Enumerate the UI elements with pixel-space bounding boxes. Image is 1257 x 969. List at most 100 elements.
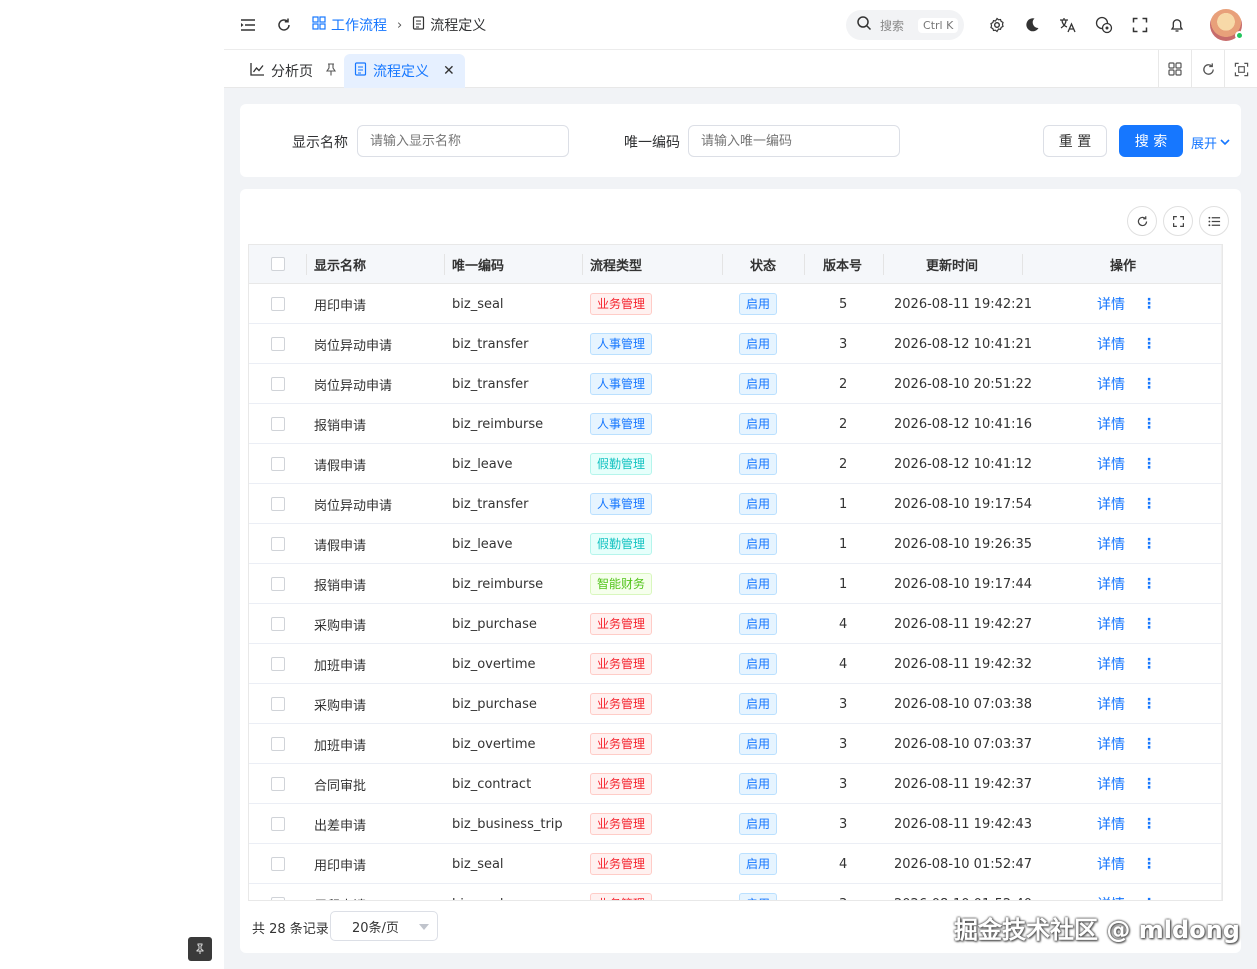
pin-icon[interactable] — [325, 62, 337, 80]
fullscreen-icon[interactable] — [1130, 15, 1150, 35]
detail-link[interactable]: 详情 — [1097, 494, 1125, 514]
more-actions-icon[interactable]: ⋮ — [1142, 736, 1156, 752]
more-actions-icon[interactable]: ⋮ — [1142, 336, 1156, 352]
table-row[interactable]: 合同审批 biz_contract 业务管理 启用 3 2026-08-11 19:42:… — [249, 764, 1222, 804]
more-actions-icon[interactable]: ⋮ — [1142, 456, 1156, 472]
table-row[interactable]: 用印申请 biz_seal 业务管理 启用 4 2026-08-10 01:52:47 详情… — [249, 844, 1222, 884]
table-row[interactable]: 用印申请 biz_seal 业务管理 启用 3 2026-08-10 01:52:40 详情… — [249, 884, 1222, 900]
status-badge: 启用 — [739, 653, 778, 675]
more-actions-icon[interactable]: ⋮ — [1142, 616, 1156, 632]
settings-icon[interactable] — [987, 15, 1007, 35]
row-checkbox[interactable] — [271, 417, 285, 431]
detail-link[interactable]: 详情 — [1097, 574, 1125, 594]
detail-link[interactable]: 详情 — [1097, 894, 1125, 900]
row-checkbox[interactable] — [271, 697, 285, 711]
moon-icon[interactable] — [1022, 15, 1042, 35]
row-checkbox[interactable] — [271, 577, 285, 591]
more-actions-icon[interactable]: ⋮ — [1142, 536, 1156, 552]
row-checkbox[interactable] — [271, 817, 285, 831]
detail-link[interactable]: 详情 — [1097, 654, 1125, 674]
detail-link[interactable]: 详情 — [1097, 534, 1125, 554]
detail-link[interactable]: 详情 — [1097, 294, 1125, 314]
more-actions-icon[interactable]: ⋮ — [1142, 896, 1156, 900]
search-button[interactable]: 搜 索 — [1119, 125, 1183, 157]
table-row[interactable]: 加班申请 biz_overtime 业务管理 启用 3 2026-08-10 07:03:… — [249, 724, 1222, 764]
more-actions-icon[interactable]: ⋮ — [1142, 776, 1156, 792]
data-table: 显示名称 唯一编码 流程类型 状态 版本号 更新时间 操作 用印申请 biz_se… — [248, 244, 1223, 901]
column-settings-icon[interactable] — [1199, 206, 1229, 236]
table-refresh-icon[interactable] — [1127, 206, 1157, 236]
tab-refresh-icon[interactable] — [1191, 50, 1224, 88]
table-row[interactable]: 出差申请 biz_business_trip 业务管理 启用 3 2026-08-11 1… — [249, 804, 1222, 844]
theme-color-icon[interactable] — [1094, 15, 1114, 35]
display-name-input[interactable] — [357, 125, 569, 157]
table-row[interactable]: 报销申请 biz_reimburse 人事管理 启用 2 2026-08-12 10:41… — [249, 404, 1222, 444]
global-search[interactable]: 搜索 Ctrl K — [846, 10, 964, 40]
tab-grid-icon[interactable] — [1158, 50, 1191, 88]
cell-code: biz_transfer — [452, 496, 529, 512]
more-actions-icon[interactable]: ⋮ — [1142, 416, 1156, 432]
detail-link[interactable]: 详情 — [1097, 734, 1125, 754]
tab-maximize-icon[interactable] — [1224, 50, 1257, 88]
detail-link[interactable]: 详情 — [1097, 774, 1125, 794]
more-actions-icon[interactable]: ⋮ — [1142, 296, 1156, 312]
table-row[interactable]: 岗位异动申请 biz_transfer 人事管理 启用 2 2026-08-10 20:5… — [249, 364, 1222, 404]
menu-fold-icon[interactable] — [238, 15, 258, 35]
breadcrumb-item-process-definition: 流程定义 — [412, 15, 486, 35]
more-actions-icon[interactable]: ⋮ — [1142, 576, 1156, 592]
reset-button[interactable]: 重 置 — [1043, 125, 1107, 157]
row-checkbox[interactable] — [271, 617, 285, 631]
detail-link[interactable]: 详情 — [1097, 334, 1125, 354]
more-actions-icon[interactable]: ⋮ — [1142, 816, 1156, 832]
breadcrumb-item-workflow[interactable]: 工作流程 — [312, 15, 387, 35]
table-row[interactable]: 采购申请 biz_purchase 业务管理 启用 4 2026-08-11 19:42:… — [249, 604, 1222, 644]
more-actions-icon[interactable]: ⋮ — [1142, 856, 1156, 872]
table-row[interactable]: 用印申请 biz_seal 业务管理 启用 5 2026-08-11 19:42:21 详情… — [249, 284, 1222, 324]
vertical-scrollbar[interactable] — [1221, 245, 1222, 900]
refresh-icon[interactable] — [274, 15, 294, 35]
detail-link[interactable]: 详情 — [1097, 454, 1125, 474]
pin-icon[interactable] — [188, 937, 212, 961]
cell-name: 用印申请 — [314, 298, 367, 314]
detail-link[interactable]: 详情 — [1097, 854, 1125, 874]
row-checkbox[interactable] — [271, 497, 285, 511]
row-checkbox[interactable] — [271, 777, 285, 791]
table-row[interactable]: 采购申请 biz_purchase 业务管理 启用 3 2026-08-10 07:03:… — [249, 684, 1222, 724]
detail-link[interactable]: 详情 — [1097, 814, 1125, 834]
row-checkbox[interactable] — [271, 457, 285, 471]
close-icon[interactable]: ✕ — [443, 63, 455, 79]
row-checkbox[interactable] — [271, 857, 285, 871]
cell-code: biz_leave — [452, 536, 513, 552]
table-row[interactable]: 岗位异动申请 biz_transfer 人事管理 启用 1 2026-08-10 19:1… — [249, 484, 1222, 524]
detail-link[interactable]: 详情 — [1097, 374, 1125, 394]
tab-process-definition[interactable]: 流程定义 ✕ — [344, 54, 465, 88]
row-checkbox[interactable] — [271, 537, 285, 551]
bell-icon[interactable] — [1167, 15, 1187, 35]
page-size-select[interactable]: 20条/页 — [330, 911, 438, 941]
select-all-checkbox[interactable] — [271, 257, 285, 271]
table-row[interactable]: 报销申请 biz_reimburse 智能财务 启用 1 2026-08-10 19:17… — [249, 564, 1222, 604]
more-actions-icon[interactable]: ⋮ — [1142, 376, 1156, 392]
table-row[interactable]: 加班申请 biz_overtime 业务管理 启用 4 2026-08-11 19:42:… — [249, 644, 1222, 684]
more-actions-icon[interactable]: ⋮ — [1142, 656, 1156, 672]
row-checkbox[interactable] — [271, 337, 285, 351]
translate-icon[interactable] — [1058, 15, 1078, 35]
more-actions-icon[interactable]: ⋮ — [1142, 696, 1156, 712]
row-checkbox[interactable] — [271, 297, 285, 311]
more-actions-icon[interactable]: ⋮ — [1142, 496, 1156, 512]
row-checkbox[interactable] — [271, 657, 285, 671]
row-checkbox[interactable] — [271, 897, 285, 900]
table-row[interactable]: 请假申请 biz_leave 假勤管理 启用 1 2026-08-10 19:26:35 详… — [249, 524, 1222, 564]
document-icon — [412, 16, 425, 34]
detail-link[interactable]: 详情 — [1097, 694, 1125, 714]
detail-link[interactable]: 详情 — [1097, 414, 1125, 434]
row-checkbox[interactable] — [271, 737, 285, 751]
expand-toggle[interactable]: 展开 — [1191, 133, 1230, 152]
detail-link[interactable]: 详情 — [1097, 614, 1125, 634]
tab-analytics[interactable]: 分析页 — [240, 54, 347, 88]
table-row[interactable]: 岗位异动申请 biz_transfer 人事管理 启用 3 2026-08-12 10:4… — [249, 324, 1222, 364]
unique-code-input[interactable] — [688, 125, 900, 157]
table-row[interactable]: 请假申请 biz_leave 假勤管理 启用 2 2026-08-12 10:41:12 详… — [249, 444, 1222, 484]
row-checkbox[interactable] — [271, 377, 285, 391]
table-fullscreen-icon[interactable] — [1163, 206, 1193, 236]
